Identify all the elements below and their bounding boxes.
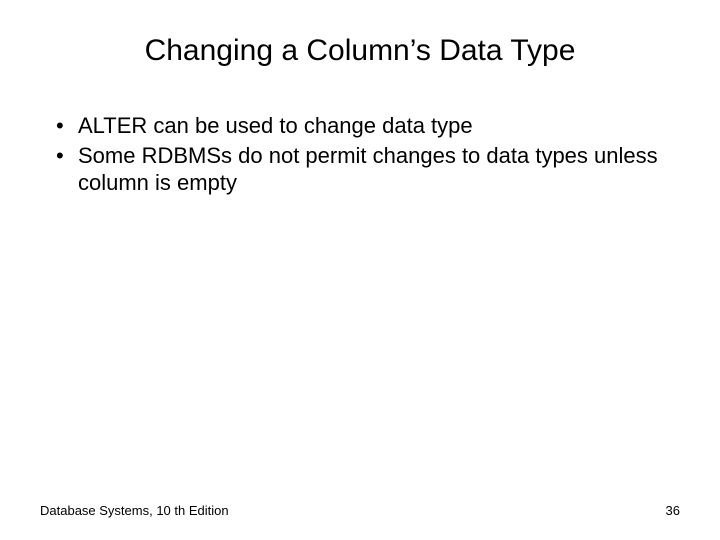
footer: Database Systems, 10 th Edition 36 xyxy=(40,503,680,518)
bullet-list: ALTER can be used to change data type So… xyxy=(40,112,680,197)
footer-left: Database Systems, 10 th Edition xyxy=(40,503,229,518)
page-number: 36 xyxy=(666,503,680,518)
list-item: ALTER can be used to change data type xyxy=(50,112,680,140)
list-item: Some RDBMSs do not permit changes to dat… xyxy=(50,142,680,197)
slide-title: Changing a Column’s Data Type xyxy=(40,34,680,68)
